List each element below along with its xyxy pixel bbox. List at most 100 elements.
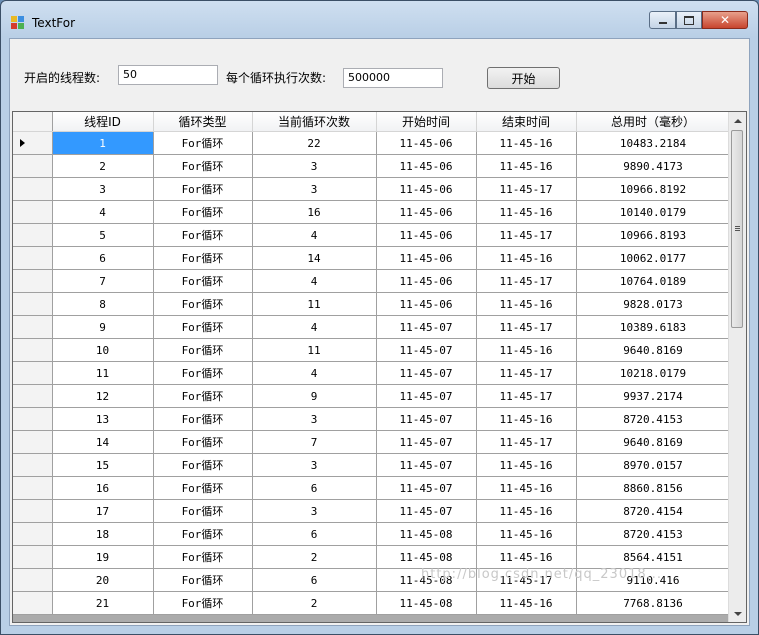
cell-end-time[interactable]: 11-45-16 (476, 246, 577, 270)
row-header[interactable] (13, 292, 53, 316)
cell-end-time[interactable]: 11-45-17 (476, 315, 577, 339)
cell-end-time[interactable]: 11-45-16 (476, 407, 577, 431)
table-row[interactable]: 12 For循环 9 11-45-07 11-45-17 9937.2174 (13, 384, 731, 408)
cell-loop-type[interactable]: For循环 (153, 499, 253, 523)
scroll-up-button[interactable] (729, 112, 746, 129)
minimize-button[interactable] (649, 11, 676, 29)
cell-loop-type[interactable]: For循环 (153, 246, 253, 270)
cell-loop-type[interactable]: For循环 (153, 292, 253, 316)
table-row[interactable]: 10 For循环 11 11-45-07 11-45-16 9640.8169 (13, 338, 731, 362)
table-row[interactable]: 4 For循环 16 11-45-06 11-45-16 10140.0179 (13, 200, 731, 224)
row-header[interactable] (13, 568, 53, 592)
cell-start-time[interactable]: 11-45-07 (376, 499, 477, 523)
cell-total-time[interactable]: 10389.6183 (576, 315, 731, 339)
table-row[interactable]: 2 For循环 3 11-45-06 11-45-16 9890.4173 (13, 154, 731, 178)
cell-thread-id[interactable]: 15 (52, 453, 154, 477)
cell-thread-id[interactable]: 4 (52, 200, 154, 224)
cell-end-time[interactable]: 11-45-16 (476, 522, 577, 546)
cell-current-count[interactable]: 2 (252, 545, 377, 569)
cell-thread-id[interactable]: 2 (52, 154, 154, 178)
cell-current-count[interactable]: 2 (252, 591, 377, 615)
cell-total-time[interactable]: 8860.8156 (576, 476, 731, 500)
column-header-current-count[interactable]: 当前循环次数 (252, 112, 377, 132)
cell-end-time[interactable]: 11-45-17 (476, 177, 577, 201)
table-row[interactable]: 16 For循环 6 11-45-07 11-45-16 8860.8156 (13, 476, 731, 500)
cell-start-time[interactable]: 11-45-07 (376, 407, 477, 431)
row-header[interactable] (13, 246, 53, 270)
cell-start-time[interactable]: 11-45-08 (376, 522, 477, 546)
cell-total-time[interactable]: 7768.8136 (576, 591, 731, 615)
cell-thread-id[interactable]: 10 (52, 338, 154, 362)
cell-end-time[interactable]: 11-45-16 (476, 131, 577, 155)
cell-thread-id[interactable]: 1 (52, 131, 154, 155)
cell-start-time[interactable]: 11-45-06 (376, 223, 477, 247)
row-header[interactable] (13, 269, 53, 293)
cell-total-time[interactable]: 9828.0173 (576, 292, 731, 316)
cell-loop-type[interactable]: For循环 (153, 522, 253, 546)
cell-end-time[interactable]: 11-45-16 (476, 200, 577, 224)
row-header[interactable] (13, 407, 53, 431)
cell-loop-type[interactable]: For循环 (153, 154, 253, 178)
cell-end-time[interactable]: 11-45-17 (476, 384, 577, 408)
scroll-down-button[interactable] (729, 605, 746, 622)
cell-loop-type[interactable]: For循环 (153, 269, 253, 293)
cell-thread-id[interactable]: 13 (52, 407, 154, 431)
cell-thread-id[interactable]: 9 (52, 315, 154, 339)
cell-loop-type[interactable]: For循环 (153, 223, 253, 247)
cell-loop-type[interactable]: For循环 (153, 568, 253, 592)
cell-total-time[interactable]: 10966.8192 (576, 177, 731, 201)
cell-loop-type[interactable]: For循环 (153, 430, 253, 454)
cell-start-time[interactable]: 11-45-06 (376, 269, 477, 293)
cell-current-count[interactable]: 7 (252, 430, 377, 454)
cell-total-time[interactable]: 8720.4153 (576, 522, 731, 546)
cell-current-count[interactable]: 11 (252, 338, 377, 362)
cell-start-time[interactable]: 11-45-08 (376, 591, 477, 615)
column-header-start-time[interactable]: 开始时间 (376, 112, 477, 132)
cell-start-time[interactable]: 11-45-06 (376, 292, 477, 316)
threads-input[interactable]: 50 (118, 65, 218, 85)
column-header-loop-type[interactable]: 循环类型 (153, 112, 253, 132)
cell-thread-id[interactable]: 21 (52, 591, 154, 615)
cell-loop-type[interactable]: For循环 (153, 200, 253, 224)
cell-current-count[interactable]: 4 (252, 269, 377, 293)
row-header[interactable] (13, 361, 53, 385)
cell-end-time[interactable]: 11-45-16 (476, 499, 577, 523)
table-row[interactable]: 17 For循环 3 11-45-07 11-45-16 8720.4154 (13, 499, 731, 523)
cell-start-time[interactable]: 11-45-08 (376, 545, 477, 569)
row-header[interactable] (13, 384, 53, 408)
cell-start-time[interactable]: 11-45-07 (376, 361, 477, 385)
row-header[interactable] (13, 315, 53, 339)
cell-total-time[interactable]: 10483.2184 (576, 131, 731, 155)
cell-start-time[interactable]: 11-45-06 (376, 177, 477, 201)
cell-current-count[interactable]: 9 (252, 384, 377, 408)
cell-thread-id[interactable]: 19 (52, 545, 154, 569)
cell-end-time[interactable]: 11-45-16 (476, 154, 577, 178)
table-row[interactable]: 3 For循环 3 11-45-06 11-45-17 10966.8192 (13, 177, 731, 201)
cell-loop-type[interactable]: For循环 (153, 476, 253, 500)
cell-thread-id[interactable]: 7 (52, 269, 154, 293)
table-row[interactable]: 6 For循环 14 11-45-06 11-45-16 10062.0177 (13, 246, 731, 270)
cell-end-time[interactable]: 11-45-16 (476, 545, 577, 569)
cell-current-count[interactable]: 3 (252, 154, 377, 178)
cell-start-time[interactable]: 11-45-07 (376, 384, 477, 408)
cell-loop-type[interactable]: For循环 (153, 177, 253, 201)
cell-thread-id[interactable]: 20 (52, 568, 154, 592)
table-row[interactable]: 11 For循环 4 11-45-07 11-45-17 10218.0179 (13, 361, 731, 385)
cell-loop-type[interactable]: For循环 (153, 338, 253, 362)
cell-current-count[interactable]: 4 (252, 223, 377, 247)
table-row[interactable]: 13 For循环 3 11-45-07 11-45-16 8720.4153 (13, 407, 731, 431)
cell-thread-id[interactable]: 17 (52, 499, 154, 523)
data-grid[interactable]: 线程ID 循环类型 当前循环次数 开始时间 结束时间 总用时（毫秒） 1 For循… (12, 111, 747, 623)
cell-current-count[interactable]: 22 (252, 131, 377, 155)
table-row[interactable]: 21 For循环 2 11-45-08 11-45-16 7768.8136 (13, 591, 731, 615)
cell-thread-id[interactable]: 8 (52, 292, 154, 316)
cell-start-time[interactable]: 11-45-07 (376, 476, 477, 500)
title-bar[interactable]: TextFor ✕ (1, 1, 758, 37)
cell-start-time[interactable]: 11-45-07 (376, 430, 477, 454)
row-header[interactable] (13, 453, 53, 477)
cell-end-time[interactable]: 11-45-16 (476, 591, 577, 615)
column-header-thread-id[interactable]: 线程ID (52, 112, 154, 132)
cell-total-time[interactable]: 10764.0189 (576, 269, 731, 293)
cell-current-count[interactable]: 3 (252, 499, 377, 523)
cell-end-time[interactable]: 11-45-16 (476, 292, 577, 316)
